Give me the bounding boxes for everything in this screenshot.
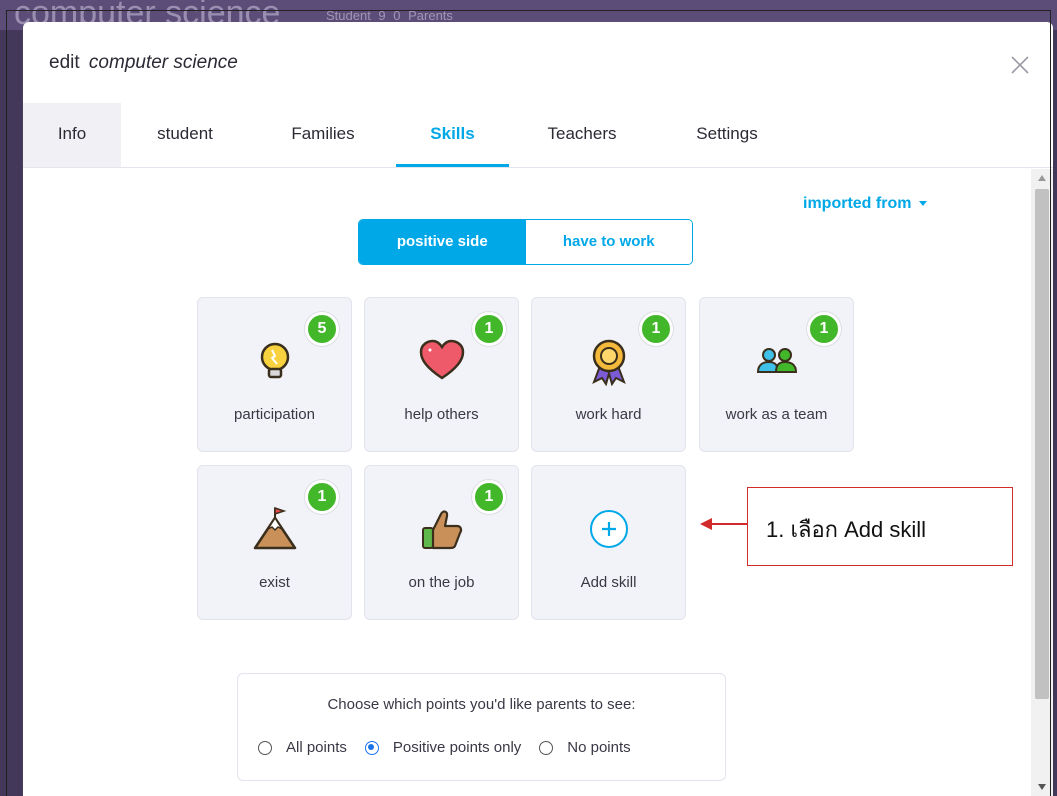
annotation-text: 1. เลือก Add skill — [766, 517, 927, 542]
annotation-callout: 1. เลือก Add skill — [747, 487, 1013, 566]
screenshot-frame-border — [6, 10, 1051, 796]
annotation-arrow-icon — [700, 518, 748, 530]
